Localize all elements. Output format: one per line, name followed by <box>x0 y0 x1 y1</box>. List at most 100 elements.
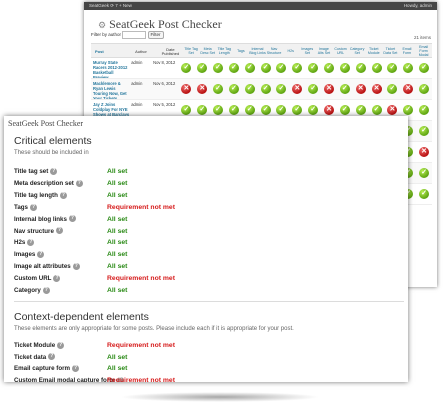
check-cell: ✓ <box>210 79 226 99</box>
question-mark-icon[interactable]: ? <box>55 227 63 235</box>
green-check-icon: ✓ <box>419 126 430 136</box>
requirement-status: All set <box>107 239 128 247</box>
admin-bar-site[interactable]: SeatGeek ⟳ 7 + New <box>89 2 132 10</box>
post-title-link[interactable]: Murray State Racers 2012-2012 Basketball… <box>91 58 129 78</box>
context-section-description: These elements are only appropriate for … <box>14 326 294 332</box>
question-mark-icon[interactable]: ? <box>59 191 67 199</box>
requirement-label: Email capture form? <box>14 363 80 374</box>
check-cell: ✓ <box>353 58 369 78</box>
author-select[interactable] <box>122 31 147 39</box>
column-header[interactable]: Image Alts Set <box>316 44 333 57</box>
column-header[interactable]: Post <box>91 44 131 57</box>
question-mark-icon[interactable]: ? <box>75 179 83 187</box>
question-mark-icon[interactable]: ? <box>50 167 58 175</box>
green-check-icon: ✓ <box>339 105 350 115</box>
green-check-icon: ✓ <box>260 63 271 73</box>
green-check-icon: ✓ <box>419 168 430 178</box>
red-x-icon: ✕ <box>324 105 334 115</box>
question-mark-icon[interactable]: ? <box>57 341 65 349</box>
column-header[interactable]: Date Published <box>154 44 183 57</box>
requirement-row: Internal blog links? All set <box>14 214 404 225</box>
column-header[interactable]: Ticket Data Set <box>382 44 399 57</box>
question-mark-icon[interactable]: ? <box>72 263 80 271</box>
column-header[interactable]: H2s <box>282 44 299 57</box>
column-header[interactable]: Title Tag Length <box>216 44 233 57</box>
green-check-icon: ✓ <box>244 63 255 73</box>
requirement-status: All set <box>107 365 128 373</box>
check-cell: ✓ <box>305 58 321 78</box>
column-header[interactable]: Category Set <box>349 44 366 57</box>
column-header[interactable]: Ticket Module <box>365 44 382 57</box>
gear-icon: ⚙ <box>98 20 107 30</box>
red-x-icon: ✕ <box>181 84 192 94</box>
requirement-status: Requirement not met <box>107 275 175 283</box>
requirement-label-text: Title tag length <box>14 191 58 199</box>
green-check-icon: ✓ <box>276 84 287 94</box>
column-header[interactable]: Custom URL <box>332 44 349 57</box>
post-author: admin <box>131 60 143 65</box>
requirement-label: Ticket data? <box>14 352 56 363</box>
red-x-icon: ✕ <box>403 84 414 94</box>
green-check-icon: ✓ <box>419 105 430 115</box>
requirement-label: Images? <box>14 249 45 260</box>
requirement-status: All set <box>107 191 128 199</box>
column-header[interactable]: Internal Blog Links <box>249 44 266 57</box>
table-header: Post Author Date Published Title Tag Set Met… <box>91 43 432 58</box>
check-cell: ✕ <box>289 79 305 99</box>
red-x-icon: ✕ <box>419 147 430 157</box>
requirement-label-text: Images <box>14 251 36 259</box>
requirement-status: All set <box>107 263 128 271</box>
check-cell: ✓ <box>274 58 290 78</box>
green-check-icon: ✓ <box>228 105 239 115</box>
post-checker-panel: SeatGeek Post Checker Critical elements … <box>4 116 408 382</box>
green-check-icon: ✓ <box>292 63 303 73</box>
requirement-label-text: Image alt attributes <box>14 263 71 271</box>
check-cell: ✓ <box>242 58 258 78</box>
column-header[interactable]: Tags <box>233 44 250 57</box>
requirement-status: Requirement not met <box>107 203 175 211</box>
check-cell: ✕ <box>400 79 416 99</box>
red-x-icon: ✕ <box>371 84 382 94</box>
column-header[interactable]: Email Form <box>399 44 416 57</box>
requirement-label-text: Custom Email modal capture form <box>14 376 115 382</box>
table-page-title-text: SeatGeek Post Checker <box>109 17 222 31</box>
question-mark-icon[interactable]: ? <box>29 203 37 211</box>
requirement-label: Nav structure? <box>14 226 63 237</box>
requirement-row: Category? All set <box>14 285 404 296</box>
requirement-label-text: Meta description set <box>14 179 74 187</box>
admin-bar-user[interactable]: Howdy, admin <box>404 2 432 10</box>
green-check-icon: ✓ <box>371 63 382 73</box>
column-header[interactable]: Author <box>131 44 154 57</box>
requirement-row: Tags? Requirement not met <box>14 202 404 213</box>
green-check-icon: ✓ <box>339 63 350 73</box>
question-mark-icon[interactable]: ? <box>27 239 35 247</box>
requirement-label: Category? <box>14 285 50 296</box>
check-cell: ✓ <box>400 58 416 78</box>
question-mark-icon[interactable]: ? <box>72 365 80 373</box>
requirement-status: All set <box>107 179 128 187</box>
filter-button[interactable]: Filter <box>147 31 164 39</box>
column-header[interactable]: Email Form Modal <box>415 44 432 57</box>
requirement-label-text: Title tag set <box>14 168 49 175</box>
column-header[interactable]: Title Tag Set <box>183 44 200 57</box>
column-header[interactable]: Images Set <box>299 44 316 57</box>
check-cell: ✓ <box>194 58 210 78</box>
check-cell: ✓ <box>416 79 432 99</box>
check-cell: ✓ <box>416 58 432 78</box>
requirement-label-text: Email capture form <box>14 365 71 373</box>
column-header[interactable]: Nav Structure <box>266 44 283 57</box>
requirement-row: Custom URL? Requirement not met <box>14 273 404 284</box>
post-title-link[interactable]: Macklemore & Ryan Lewis Touring Now, Get… <box>91 79 129 99</box>
question-mark-icon[interactable]: ? <box>48 353 56 361</box>
green-check-icon: ✓ <box>292 105 303 115</box>
question-mark-icon[interactable]: ? <box>37 251 45 259</box>
column-header[interactable]: Meta Desc Set <box>199 44 216 57</box>
requirement-row: H2s? All set <box>14 237 404 248</box>
question-mark-icon[interactable]: ? <box>68 215 76 223</box>
requirement-status: All set <box>107 168 128 175</box>
question-mark-icon[interactable]: ? <box>42 286 50 294</box>
green-check-icon: ✓ <box>244 105 255 115</box>
question-mark-icon[interactable]: ? <box>53 274 61 282</box>
admin-bar: SeatGeek ⟳ 7 + New Howdy, admin <box>84 2 437 10</box>
requirement-label: Tags? <box>14 202 37 213</box>
